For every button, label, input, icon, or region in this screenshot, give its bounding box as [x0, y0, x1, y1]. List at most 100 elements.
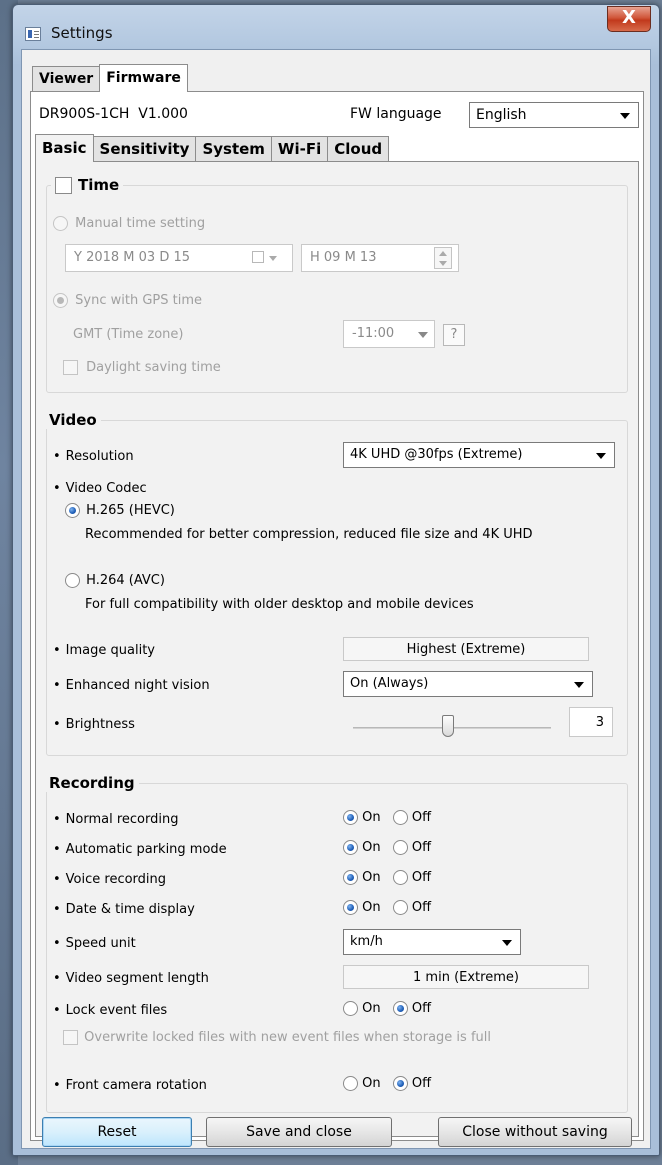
normal-recording-off-radio[interactable]	[392, 810, 408, 825]
settings-tab-bar: Basic Sensitivity System Wi-Fi Cloud	[35, 134, 390, 162]
datetime-display-on-label: On	[362, 900, 381, 915]
voice-recording-on-label: On	[362, 870, 381, 885]
gmt-value: -11:00	[352, 326, 395, 341]
brightness-slider-thumb[interactable]	[442, 715, 455, 737]
window-title: Settings	[51, 24, 113, 42]
settings-app-icon	[25, 27, 41, 41]
camera-rotation-on-radio[interactable]	[343, 1076, 358, 1091]
tab-wifi[interactable]: Wi-Fi	[271, 136, 329, 162]
gps-time-radio[interactable]	[53, 293, 68, 308]
settings-window: Settings X Viewer Firmware DR900S-1CH V1…	[12, 4, 660, 1156]
segment-length-label: Video segment length	[53, 971, 209, 986]
h265-option[interactable]: H.265 (HEVC)	[65, 503, 175, 518]
speed-unit-select[interactable]: km/h	[343, 929, 521, 955]
dst-option[interactable]: Daylight saving time	[63, 360, 221, 375]
normal-recording-on-radio[interactable]	[343, 810, 358, 825]
parking-mode-on-radio[interactable]	[343, 840, 358, 855]
time-enable-checkbox[interactable]	[55, 177, 72, 194]
fw-language-value: English	[476, 107, 527, 123]
dst-label: Daylight saving time	[86, 360, 221, 375]
video-codec-label: Video Codec	[53, 481, 147, 496]
title-bar: Settings X	[13, 5, 659, 49]
help-icon[interactable]: ?	[443, 324, 465, 346]
calendar-icon[interactable]	[252, 251, 264, 263]
tab-sensitivity[interactable]: Sensitivity	[93, 136, 197, 162]
lock-event-on-radio[interactable]	[343, 1001, 358, 1016]
speed-unit-value: km/h	[350, 934, 383, 949]
video-group: Video Resolution 4K UHD @30fps (Extreme)…	[45, 411, 628, 756]
device-model: DR900S-1CH	[39, 106, 130, 122]
speed-unit-label: Speed unit	[53, 936, 136, 951]
manual-time-label: Manual time setting	[75, 216, 206, 231]
fw-language-label: FW language	[350, 106, 442, 122]
voice-recording-options: On Off	[343, 870, 431, 885]
tab-firmware[interactable]: Firmware	[99, 64, 188, 92]
parking-mode-off-radio[interactable]	[392, 840, 408, 855]
close-without-saving-button[interactable]: Close without saving	[438, 1117, 632, 1147]
parking-mode-options: On Off	[343, 840, 431, 855]
night-vision-value: On (Always)	[350, 676, 429, 691]
voice-recording-off-radio[interactable]	[392, 870, 408, 885]
time-spinner[interactable]	[434, 247, 452, 269]
gps-time-option[interactable]: Sync with GPS time	[53, 293, 202, 308]
lock-event-off-radio[interactable]	[392, 1001, 408, 1016]
normal-recording-options: On Off	[343, 810, 431, 825]
date-input[interactable]: Y 2018 M 03 D 15	[65, 244, 293, 272]
recording-group-title: Recording	[45, 774, 139, 792]
datetime-display-off-label: Off	[411, 900, 432, 915]
datetime-display-options: On Off	[343, 900, 431, 915]
normal-recording-label: Normal recording	[53, 812, 179, 827]
chevron-down-icon	[620, 113, 630, 119]
brightness-label: Brightness	[53, 717, 135, 732]
tab-system[interactable]: System	[196, 136, 272, 162]
lock-event-on-label: On	[362, 1001, 381, 1016]
chevron-down-icon	[269, 256, 277, 261]
tab-basic[interactable]: Basic	[35, 134, 94, 162]
image-quality-value: Highest (Extreme)	[343, 637, 589, 661]
overwrite-checkbox[interactable]	[63, 1030, 78, 1045]
datetime-display-off-radio[interactable]	[392, 900, 408, 915]
time-value: H 09 M 13	[310, 250, 377, 265]
h265-radio[interactable]	[65, 503, 80, 518]
chevron-down-icon	[574, 682, 584, 688]
spin-down-icon	[439, 261, 447, 266]
datetime-display-on-radio[interactable]	[343, 900, 358, 915]
reset-button[interactable]: Reset	[42, 1117, 192, 1147]
night-vision-select[interactable]: On (Always)	[343, 671, 593, 697]
h264-label: H.264 (AVC)	[86, 573, 165, 588]
date-value: Y 2018 M 03 D 15	[74, 250, 190, 265]
resolution-label: Resolution	[53, 449, 134, 464]
voice-recording-label: Voice recording	[53, 872, 166, 887]
resolution-select[interactable]: 4K UHD @30fps (Extreme)	[343, 442, 615, 468]
tab-cloud[interactable]: Cloud	[328, 136, 390, 162]
h264-description: For full compatibility with older deskto…	[85, 597, 474, 612]
camera-rotation-off-label: Off	[411, 1076, 432, 1091]
manual-time-option[interactable]: Manual time setting	[53, 216, 205, 231]
chevron-down-icon	[418, 332, 428, 338]
dialog-client: Viewer Firmware DR900S-1CH V1.000 FW lan…	[21, 49, 651, 1149]
time-input[interactable]: H 09 M 13	[301, 244, 459, 272]
camera-rotation-off-radio[interactable]	[392, 1076, 408, 1091]
parking-mode-off-label: Off	[411, 840, 432, 855]
camera-rotation-on-label: On	[362, 1076, 381, 1091]
voice-recording-off-label: Off	[411, 870, 432, 885]
close-window-button[interactable]: X	[607, 6, 651, 32]
tab-viewer[interactable]: Viewer	[32, 66, 101, 92]
spin-up-icon	[439, 251, 447, 256]
overwrite-option[interactable]: Overwrite locked files with new event fi…	[63, 1030, 491, 1045]
segment-length-value: 1 min (Extreme)	[343, 965, 589, 989]
h264-radio[interactable]	[65, 573, 80, 588]
h264-option[interactable]: H.264 (AVC)	[65, 573, 165, 588]
h265-description: Recommended for better compression, redu…	[85, 527, 533, 542]
gmt-select[interactable]: -11:00	[343, 320, 435, 348]
manual-time-radio[interactable]	[53, 216, 68, 231]
voice-recording-on-radio[interactable]	[343, 870, 358, 885]
save-and-close-button[interactable]: Save and close	[206, 1117, 392, 1147]
dst-checkbox[interactable]	[63, 360, 78, 375]
device-info-row: DR900S-1CH V1.000 FW language English	[39, 102, 639, 128]
fw-language-select[interactable]: English	[469, 102, 639, 128]
h265-label: H.265 (HEVC)	[86, 503, 175, 518]
camera-rotation-options: On Off	[343, 1076, 431, 1091]
gmt-label: GMT (Time zone)	[73, 327, 184, 342]
time-group: Time Manual time setting Y 2018 M 03 D 1…	[46, 176, 628, 393]
